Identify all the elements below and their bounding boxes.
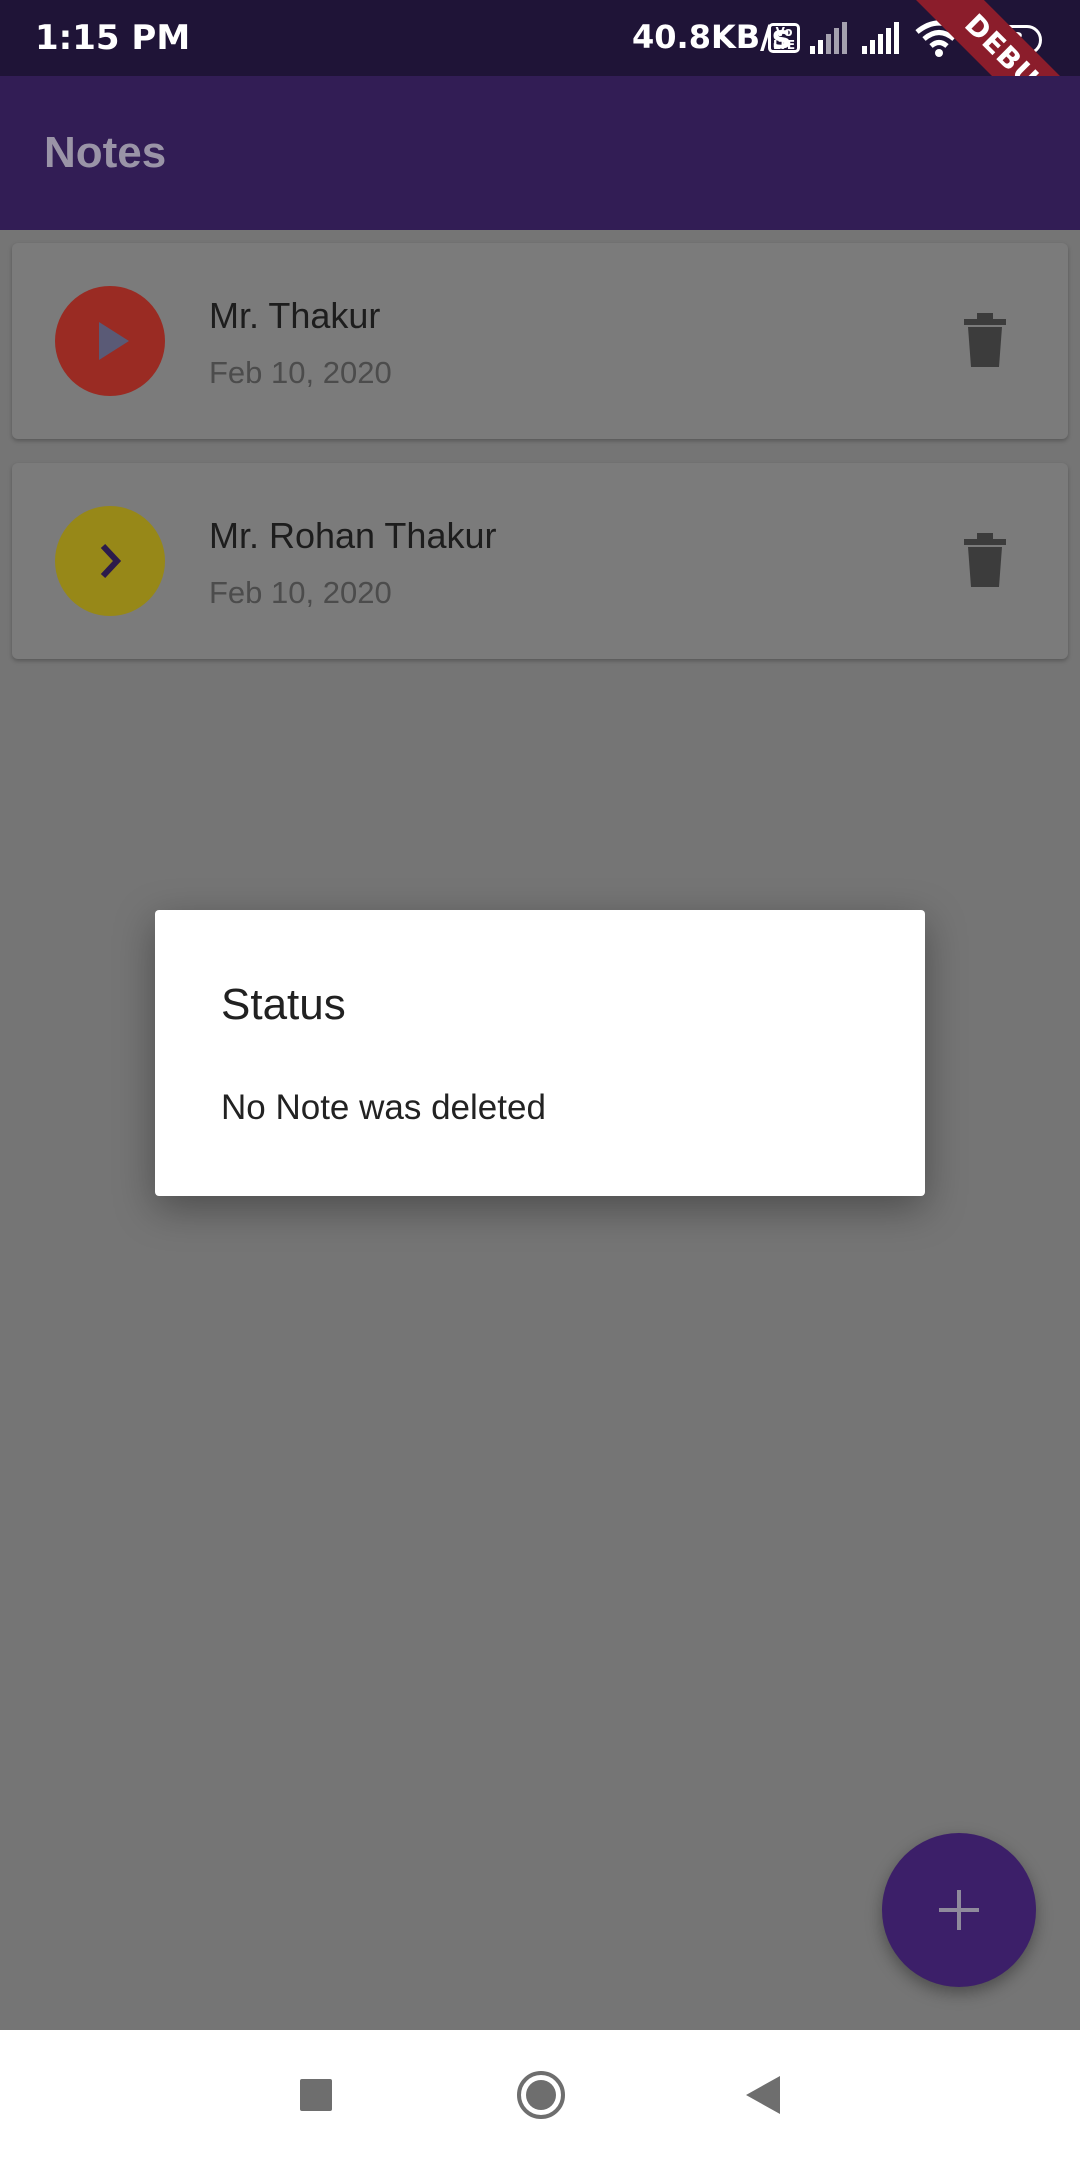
- status-bar: 1:15 PM 40.8KB/s Vo LTE 23 DEBUG: [0, 0, 1080, 176]
- note-date: Feb 10, 2020: [209, 355, 392, 390]
- app-bar: Notes: [0, 76, 1080, 230]
- play-arrow-icon: [99, 322, 129, 360]
- cell-signal-icon: [810, 22, 847, 54]
- volte-icon: Vo LTE: [768, 23, 800, 53]
- system-nav-bar: [0, 2030, 1080, 2160]
- dialog-title: Status: [221, 980, 346, 1029]
- dialog-message: No Note was deleted: [221, 1088, 546, 1127]
- note-title: Mr. Thakur: [209, 295, 381, 336]
- recent-apps-icon[interactable]: [300, 2079, 332, 2111]
- plus-icon: [939, 1890, 979, 1930]
- delete-icon[interactable]: [962, 533, 1008, 589]
- chevron-right-icon: [100, 543, 122, 579]
- home-icon[interactable]: [516, 2070, 566, 2120]
- note-card[interactable]: Mr. Thakur Feb 10, 2020: [12, 243, 1068, 439]
- status-time: 1:15 PM: [35, 18, 191, 58]
- priority-avatar: [55, 286, 165, 396]
- delete-icon[interactable]: [962, 313, 1008, 369]
- status-dialog: Status No Note was deleted: [155, 910, 925, 1196]
- priority-avatar: [55, 506, 165, 616]
- page-title: Notes: [44, 128, 167, 177]
- add-note-button[interactable]: [882, 1833, 1036, 1987]
- back-icon[interactable]: [742, 2074, 782, 2116]
- cell-signal-icon: [862, 22, 899, 54]
- note-date: Feb 10, 2020: [209, 575, 392, 610]
- note-card[interactable]: Mr. Rohan Thakur Feb 10, 2020: [12, 463, 1068, 659]
- note-title: Mr. Rohan Thakur: [209, 515, 497, 556]
